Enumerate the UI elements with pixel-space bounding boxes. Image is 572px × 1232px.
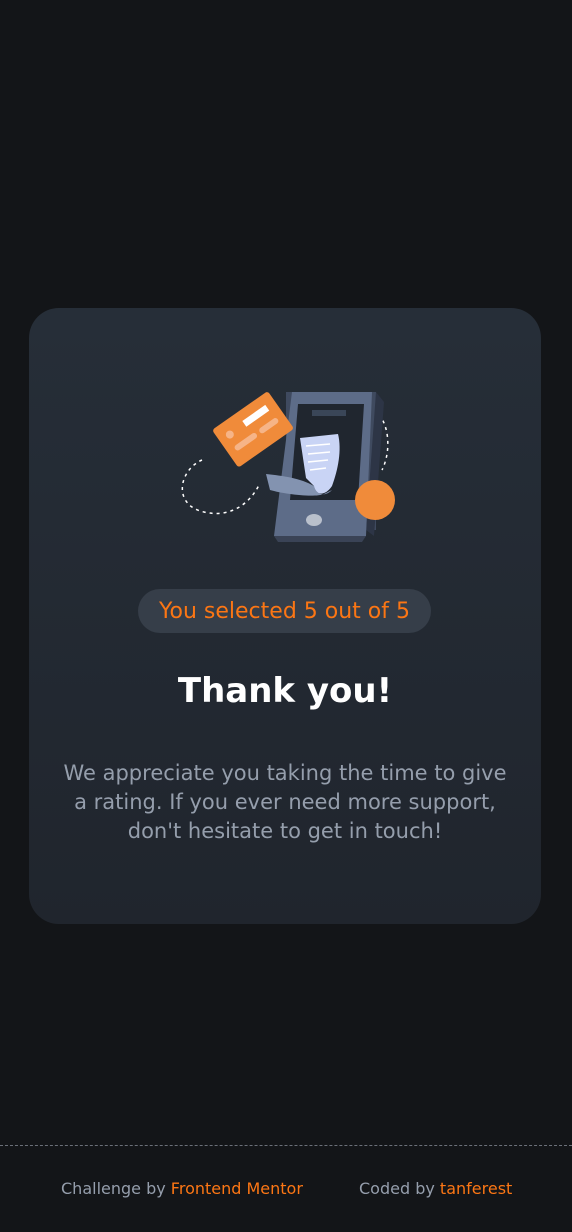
challenge-attribution: Challenge by Frontend Mentor	[61, 1179, 303, 1198]
payment-phone-illustration-icon	[174, 390, 396, 542]
coded-by-attribution: Coded by tanferest	[359, 1179, 512, 1198]
page-title: Thank you!	[177, 671, 393, 711]
author-link[interactable]: tanferest	[440, 1179, 512, 1198]
attribution-footer: Challenge by Frontend Mentor Coded by ta…	[0, 1145, 572, 1232]
thank-you-card: You selected 5 out of 5 Thank you! We ap…	[29, 308, 541, 924]
coded-prefix: Coded by	[359, 1179, 435, 1198]
frontend-mentor-link[interactable]: Frontend Mentor	[171, 1179, 303, 1198]
thank-you-message: We appreciate you taking the time to giv…	[63, 761, 507, 843]
challenge-prefix: Challenge by	[61, 1179, 166, 1198]
selected-rating-badge: You selected 5 out of 5	[138, 589, 431, 633]
